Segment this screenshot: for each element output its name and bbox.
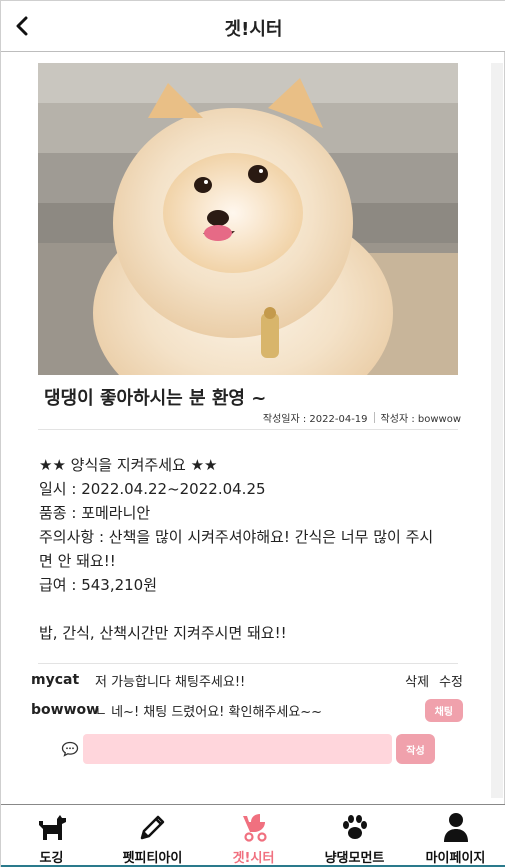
dog-icon [36,811,68,843]
person-icon [442,811,470,843]
post-content: ★★ 양식을 지켜주세요 ★★ 일시 : 2022.04.22~2022.04.… [39,453,459,645]
content-line: ★★ 양식을 지켜주세요 ★★ [39,456,218,474]
nav-item-moment[interactable]: 냥댕모먼트 [304,805,405,867]
comment-user: mycat [31,672,80,688]
edit-comment-button[interactable]: 수정 [439,671,463,690]
nav-item-getsitter[interactable]: 겟!시터 [203,805,304,867]
meta-divider [373,412,375,423]
content-line: 일시 : 2022.04.22~2022.04.25 [39,480,266,498]
comment-user: bowwow [31,702,100,718]
post-author: 작성자 : bowwow [380,414,461,425]
bottom-nav: 도깅 펫피티아이 겟!시터 냥댕모먼트 마이페이지 [1,804,505,867]
app-frame: 겟!시터 댕댕이 좋아하시는 분 환영 ~ 작성일자: 2022-04-19 … [0,0,505,867]
post-title: 댕댕이 좋아하시는 분 환영 ~ [44,388,267,409]
comment-text: ㄴ 네~! 채팅 드렸어요! 확인해주세요~~ [95,704,323,720]
content-line: 품종 : 포메라니안 [39,504,151,522]
scrollbar[interactable] [491,63,503,798]
pencil-icon [138,811,168,843]
title-divider [38,429,458,430]
nav-label: 겟!시터 [232,851,275,866]
comment-form: 작성 [59,733,439,765]
submit-comment-button[interactable]: 작성 [396,734,435,764]
chat-button[interactable]: 채팅 [424,698,463,722]
nav-label: 냥댕모먼트 [324,851,385,866]
comment-input[interactable] [83,734,392,764]
pomeranian-photo [38,63,458,375]
comments-divider [38,663,458,664]
top-header: 겟!시터 [1,1,505,52]
content-line: 밥, 간식, 산책시간만 지켜주시면 돼요!! [39,624,287,642]
content-line: 면 안 돼요!! [39,552,116,570]
paw-icon [340,811,370,843]
comment-text: 저 가능합니다 채팅주세요!! [95,674,246,690]
comment-item: bowwow ㄴ 네~! 채팅 드렸어요! 확인해주세요~~ 채팅 [31,698,463,722]
content-line: 주의사항 : 산책을 많이 시켜주셔야해요! 간식은 너무 많이 주시 [39,528,434,546]
nav-label: 펫피티아이 [122,851,183,866]
delete-comment-button[interactable]: 삭제 [405,671,429,690]
comment-actions: 삭제 수정 [405,671,463,690]
post-date: 작성일자 : 2022-04-19 [262,414,368,425]
content-line [39,597,459,621]
nav-item-doging[interactable]: 도깅 [1,805,102,867]
content-line: 급여 : 543,210원 [39,576,158,594]
nav-item-petti[interactable]: 펫피티아이 [102,805,203,867]
nav-label: 도깅 [39,851,64,866]
post-meta: 작성일자 : 2022-04-19 작성자 : bowwow [263,410,461,425]
speech-bubble-icon [59,741,81,757]
nav-item-mypage[interactable]: 마이페이지 [405,805,505,867]
comment-item: mycat 저 가능합니다 채팅주세요!! 삭제 수정 [31,668,463,692]
page-title: 겟!시터 [224,19,283,40]
post-photo [38,63,458,375]
stroller-icon [238,811,270,843]
nav-label: 마이페이지 [425,851,486,866]
